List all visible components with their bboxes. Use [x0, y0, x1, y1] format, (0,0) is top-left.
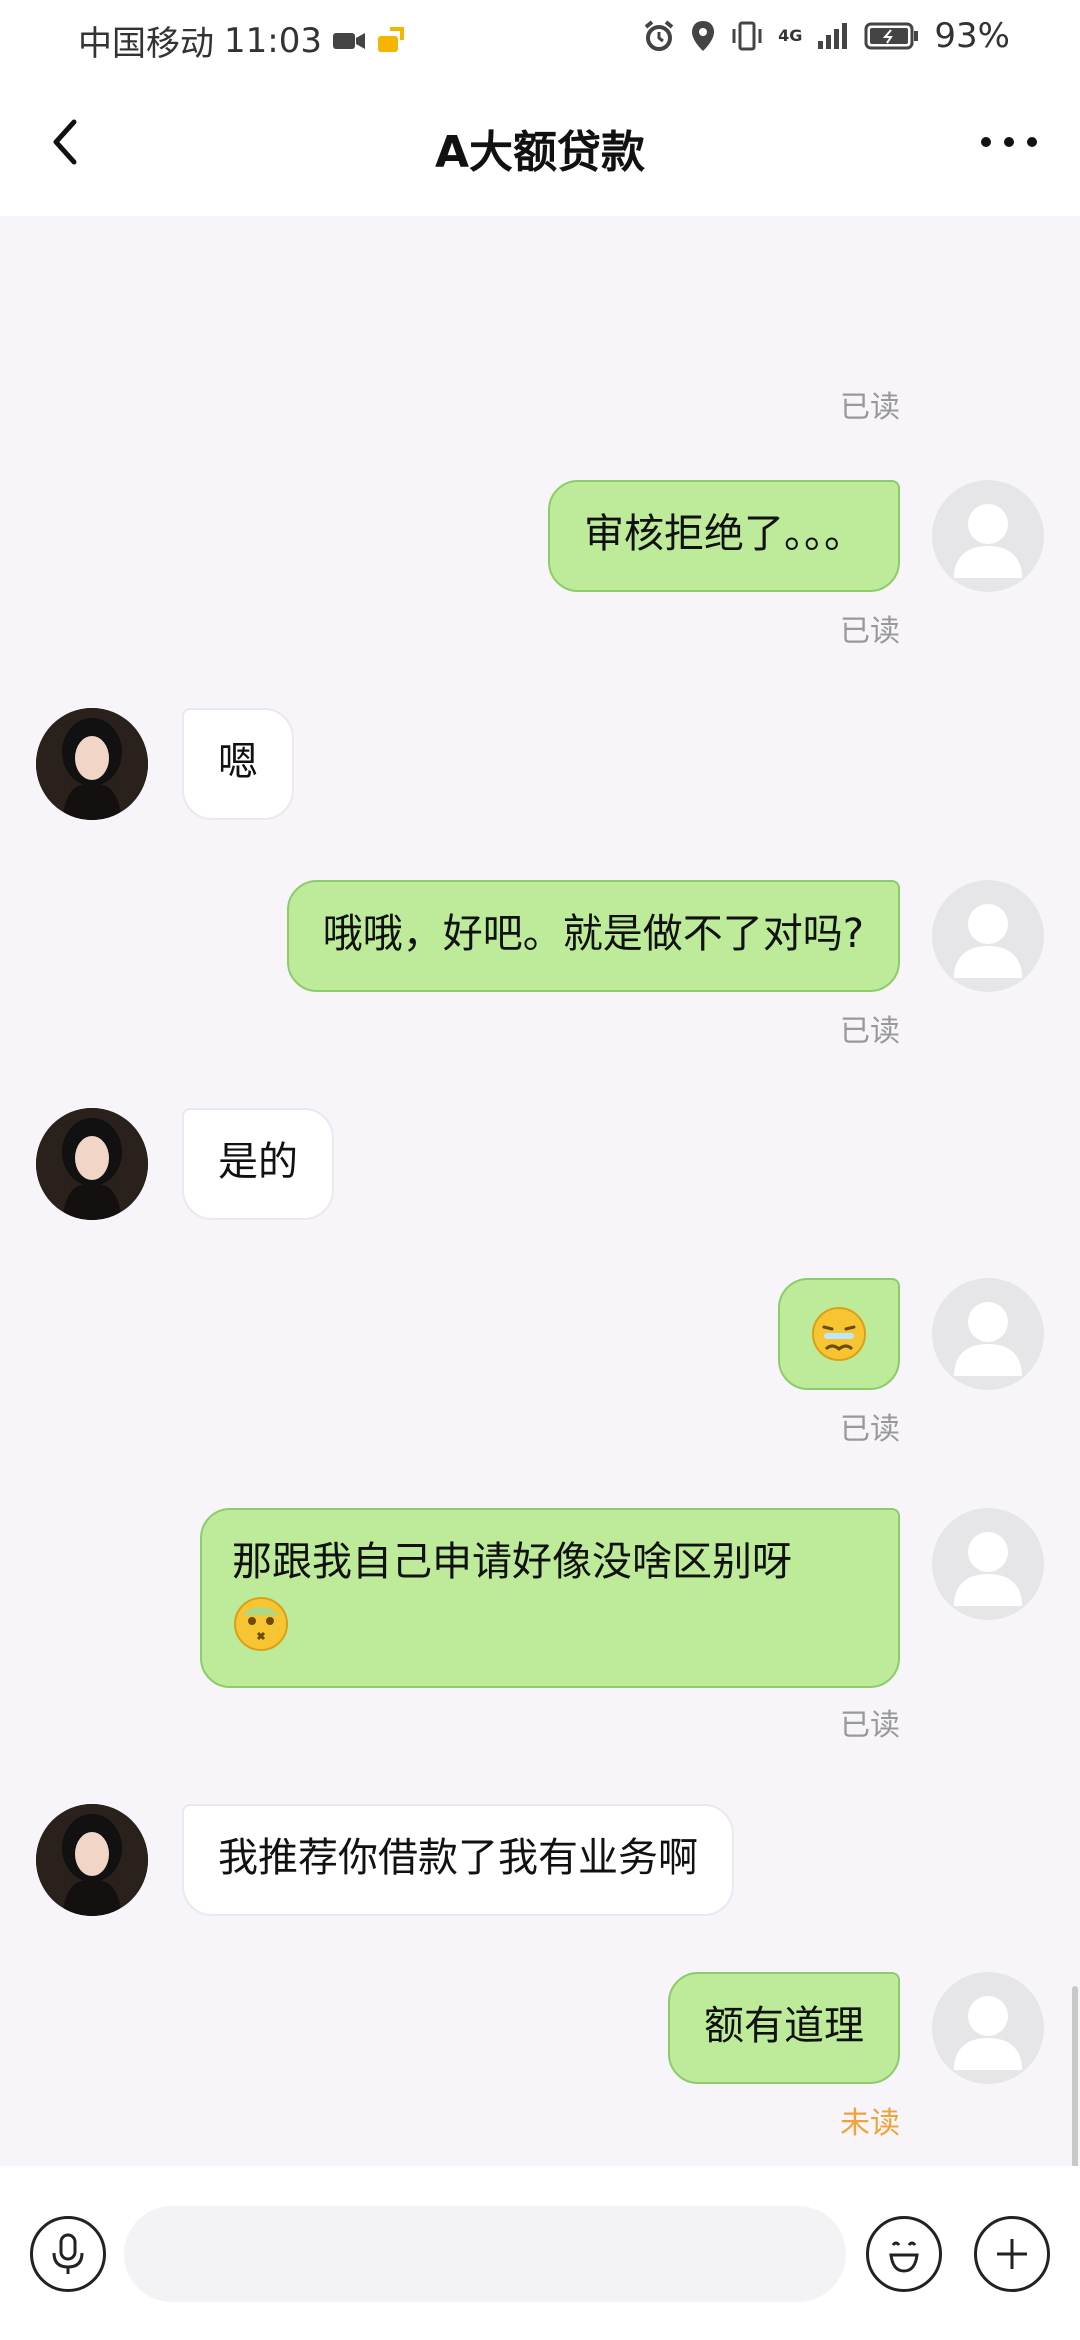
message-input[interactable] [124, 2206, 846, 2302]
read-status: 已读 [840, 1014, 900, 1049]
contact-message-bubble[interactable]: 我推荐你借款了我有业务啊 [182, 1804, 734, 1916]
chat-header: A大额贷款 [0, 72, 1080, 216]
voice-button[interactable] [30, 2216, 106, 2292]
network-type: 4G [778, 26, 803, 45]
my-avatar[interactable] [932, 880, 1044, 992]
default-avatar-icon [954, 1532, 1022, 1606]
dizzy-face-emoji [234, 1597, 288, 1651]
worried-face-emoji [812, 1307, 866, 1361]
plus-icon [997, 2239, 1027, 2269]
battery-percent: 93% [934, 16, 1010, 56]
status-right: 4G 93% [642, 16, 1010, 56]
carrier-label: 中国移动 [78, 24, 214, 64]
message-text: 那跟我自己申请好像没啥区别呀 [232, 1539, 792, 1585]
message-text: 哦哦，好吧。就是做不了对吗? [322, 911, 864, 957]
my-message-bubble[interactable]: 额有道理 [668, 1972, 900, 2084]
message-list[interactable]: 已读 审核拒绝了。。。 已读 嗯 哦哦，好吧。就是做不了对吗? 已读 是的 已读… [0, 216, 1080, 2166]
default-avatar-icon [954, 904, 1022, 978]
my-avatar[interactable] [932, 1972, 1044, 2084]
microphone-icon [52, 2233, 84, 2274]
message-text: 是的 [218, 1139, 298, 1185]
contact-photo [36, 1804, 148, 1916]
read-status: 已读 [840, 614, 900, 649]
my-message-bubble[interactable] [778, 1278, 900, 1390]
read-status: 已读 [840, 390, 900, 425]
my-avatar[interactable] [932, 1508, 1044, 1620]
signal-icon [818, 23, 848, 49]
read-status: 已读 [840, 1412, 900, 1447]
contact-message-bubble[interactable]: 是的 [182, 1108, 334, 1220]
chat-title: A大额贷款 [434, 127, 646, 178]
status-bar: 中国移动 11:03 4G 93% [0, 0, 1080, 72]
more-actions-button[interactable] [974, 2216, 1050, 2292]
video-icon [332, 32, 365, 49]
vibrate-icon [732, 21, 762, 51]
contact-avatar[interactable] [36, 708, 148, 820]
my-message-bubble[interactable]: 审核拒绝了。。。 [548, 480, 900, 592]
contact-message-bubble[interactable]: 嗯 [182, 708, 294, 820]
notification-app-icon [377, 26, 404, 52]
battery-icon [864, 22, 919, 50]
message-text: 我推荐你借款了我有业务啊 [218, 1835, 698, 1881]
message-text: 嗯 [218, 739, 258, 785]
my-avatar[interactable] [932, 1278, 1044, 1390]
contact-photo [36, 708, 148, 820]
emoji-button[interactable] [866, 2216, 942, 2292]
my-message-bubble[interactable]: 那跟我自己申请好像没啥区别呀 [200, 1508, 900, 1688]
my-message-bubble[interactable]: 哦哦，好吧。就是做不了对吗? [286, 880, 900, 992]
message-text: 额有道理 [704, 2003, 864, 2049]
unread-status: 未读 [840, 2106, 900, 2141]
location-icon [692, 21, 715, 51]
input-bar [0, 2166, 1080, 2340]
contact-photo [36, 1108, 148, 1220]
default-avatar-icon [954, 1996, 1022, 2070]
clock: 11:03 [224, 20, 322, 61]
chat-screen: 中国移动 11:03 4G 93% A大额贷款 已读 审核拒绝了。。。 已读 嗯… [0, 0, 1080, 2340]
scrollbar[interactable] [1072, 1986, 1078, 2166]
alarm-icon [644, 20, 674, 51]
read-status: 已读 [840, 1708, 900, 1743]
more-options-icon[interactable] [974, 122, 1044, 162]
contact-avatar[interactable] [36, 1108, 148, 1220]
message-text: 审核拒绝了。。。 [584, 511, 864, 557]
default-avatar-icon [954, 1302, 1022, 1376]
status-left: 中国移动 11:03 [78, 16, 406, 65]
smiley-icon [889, 2241, 919, 2273]
contact-avatar[interactable] [36, 1804, 148, 1916]
default-avatar-icon [954, 504, 1022, 578]
my-avatar[interactable] [932, 480, 1044, 592]
